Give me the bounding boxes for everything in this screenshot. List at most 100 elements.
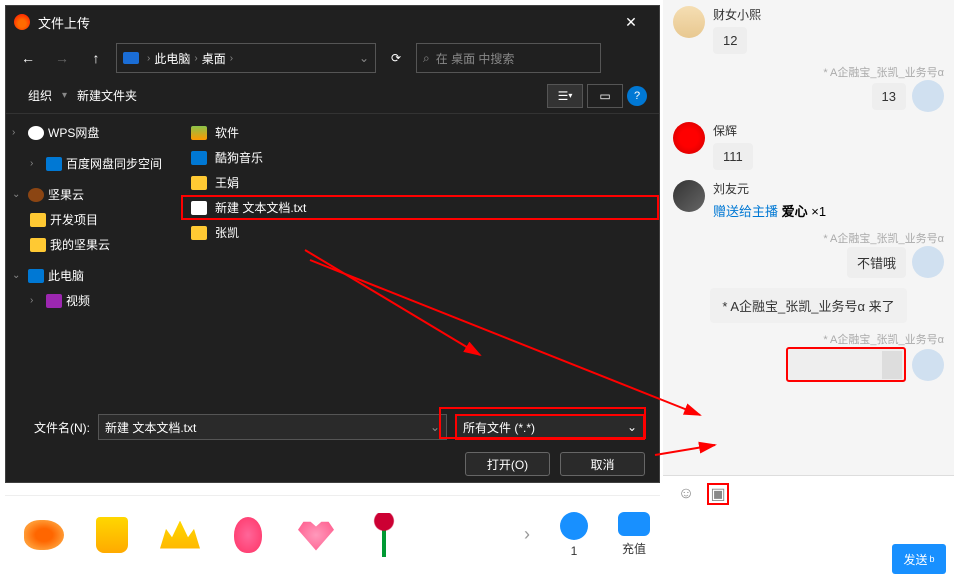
message-username: * A企融宝_张凯_业务号α: [823, 230, 944, 246]
chat-panel: 财女小熙 12 * A企融宝_张凯_业务号α 13 保辉 111 刘友元 赠送给: [663, 0, 954, 582]
gift-stat-globe[interactable]: 1: [560, 512, 588, 558]
gift-next-arrow[interactable]: ›: [524, 524, 530, 545]
app-icon: [191, 126, 207, 140]
file-name: 王娟: [215, 174, 239, 191]
message-username: * A企融宝_张凯_业务号α: [823, 331, 944, 347]
back-button[interactable]: ←: [14, 44, 42, 72]
message-username: 保辉: [713, 122, 753, 139]
forward-button[interactable]: →: [48, 44, 76, 72]
refresh-button[interactable]: ⟳: [382, 44, 410, 72]
chat-message: 保辉 111: [673, 122, 944, 170]
toolbar: 组织 ▾ 新建文件夹 ☰▾ ▭ ?: [6, 78, 659, 114]
gift-trophy[interactable]: [83, 506, 141, 564]
file-item[interactable]: 软件: [181, 120, 659, 145]
close-button[interactable]: ✕: [611, 14, 651, 31]
chat-message-empty: * A企融宝_张凯_业务号α: [673, 331, 944, 382]
file-item[interactable]: 酷狗音乐: [181, 145, 659, 170]
message-attachment-placeholder: [786, 347, 906, 382]
file-item[interactable]: 王娟: [181, 170, 659, 195]
chat-message: * A企融宝_张凯_业务号α 不错哦: [673, 230, 944, 278]
gift-fish[interactable]: [15, 506, 73, 564]
search-input[interactable]: ⌕ 在 桌面 中搜索: [416, 43, 601, 73]
message-username: 财女小熙: [713, 6, 761, 23]
chat-message: 财女小熙 12: [673, 6, 944, 54]
avatar[interactable]: [673, 180, 705, 212]
titlebar: 文件上传 ✕: [6, 6, 659, 38]
path-root[interactable]: 此电脑: [154, 50, 190, 67]
file-name: 软件: [215, 124, 239, 141]
avatar[interactable]: [912, 349, 944, 381]
gift-balloon[interactable]: [219, 506, 277, 564]
file-name: 酷狗音乐: [215, 149, 263, 166]
gift-heart[interactable]: [287, 506, 345, 564]
nut-icon: [28, 188, 44, 202]
sidebar-label: 百度网盘同步空间: [66, 155, 162, 172]
sidebar-item-myjianguo[interactable]: 我的坚果云: [6, 232, 181, 257]
chevron-down-icon: ⌄: [12, 189, 24, 200]
gift-count: ×1: [811, 204, 826, 219]
chat-gift-message: 刘友元 赠送给主播 爱心 ×1: [673, 180, 944, 220]
app-icon: [191, 151, 207, 165]
path-separator: ›: [147, 53, 150, 64]
path-bar[interactable]: › 此电脑 › 桌面 › ⌄: [116, 43, 376, 73]
avatar[interactable]: [673, 122, 705, 154]
file-type-filter[interactable]: 所有文件 (*.*) ⌄: [455, 414, 645, 440]
organize-menu[interactable]: 组织: [18, 83, 62, 108]
view-preview-button[interactable]: ▭: [587, 84, 623, 108]
sidebar-item-video[interactable]: › 视频: [6, 288, 181, 313]
chevron-right-icon: ›: [12, 127, 24, 138]
search-icon: ⌕: [423, 51, 430, 66]
send-button[interactable]: 发送b: [892, 544, 946, 574]
gift-action: 赠送给主播: [713, 204, 778, 219]
search-placeholder: 在 桌面 中搜索: [436, 50, 515, 67]
sidebar-label: 此电脑: [48, 267, 84, 284]
open-button[interactable]: 打开(O): [465, 452, 550, 476]
recharge-button[interactable]: 充值: [618, 512, 650, 557]
globe-icon: [560, 512, 588, 540]
help-button[interactable]: ?: [627, 86, 647, 106]
gift-name: 爱心: [782, 204, 808, 219]
sidebar-item-wps[interactable]: › WPS网盘: [6, 120, 181, 145]
view-list-button[interactable]: ☰▾: [547, 84, 583, 108]
file-item[interactable]: 张凯: [181, 220, 659, 245]
stat-value: 1: [571, 544, 578, 558]
folder-icon: [30, 238, 46, 252]
system-message: * A企融宝_张凯_业务号α 来了: [710, 288, 906, 323]
new-folder-button[interactable]: 新建文件夹: [67, 83, 147, 108]
folder-icon: [30, 213, 46, 227]
sidebar-item-baidu[interactable]: › 百度网盘同步空间: [6, 151, 181, 176]
avatar[interactable]: [912, 246, 944, 278]
chevron-down-icon: ⌄: [12, 270, 24, 281]
sidebar-label: 视频: [66, 292, 90, 309]
cloud-icon: [28, 126, 44, 140]
image-upload-button[interactable]: ▣: [707, 483, 729, 505]
avatar[interactable]: [912, 80, 944, 112]
sidebar-item-dev[interactable]: 开发项目: [6, 207, 181, 232]
gift-rose[interactable]: [355, 506, 413, 564]
folder-icon: [191, 176, 207, 190]
filename-label: 文件名(N):: [20, 419, 90, 436]
dialog-body: › WPS网盘 › 百度网盘同步空间 ⌄ 坚果云 开发项目: [6, 114, 659, 404]
message-text: 不错哦: [847, 247, 906, 278]
chat-toolbar: ☺ ▣: [663, 475, 954, 511]
pc-icon: [123, 52, 139, 64]
gift-crown[interactable]: [151, 506, 209, 564]
sidebar-item-jianguo[interactable]: ⌄ 坚果云: [6, 182, 181, 207]
sidebar-item-thispc[interactable]: ⌄ 此电脑: [6, 263, 181, 288]
up-button[interactable]: ↑: [82, 44, 110, 72]
path-current[interactable]: 桌面: [202, 50, 226, 67]
emoji-button[interactable]: ☺: [675, 483, 697, 505]
filename-input[interactable]: 新建 文本文档.txt ⌄: [98, 414, 447, 440]
sidebar-label: 我的坚果云: [50, 236, 110, 253]
avatar[interactable]: [673, 6, 705, 38]
cancel-button[interactable]: 取消: [560, 452, 645, 476]
sidebar-label: 开发项目: [50, 211, 98, 228]
app-icon: [14, 14, 30, 30]
dialog-title: 文件上传: [38, 13, 611, 32]
file-item-selected[interactable]: 新建 文本文档.txt: [181, 195, 659, 220]
message-username: * A企融宝_张凯_业务号α: [823, 64, 944, 80]
chat-input-area[interactable]: 发送b: [663, 511, 954, 582]
chevron-right-icon: ›: [30, 158, 42, 169]
path-separator: ›: [194, 53, 197, 64]
path-dropdown-icon[interactable]: ⌄: [359, 51, 369, 65]
